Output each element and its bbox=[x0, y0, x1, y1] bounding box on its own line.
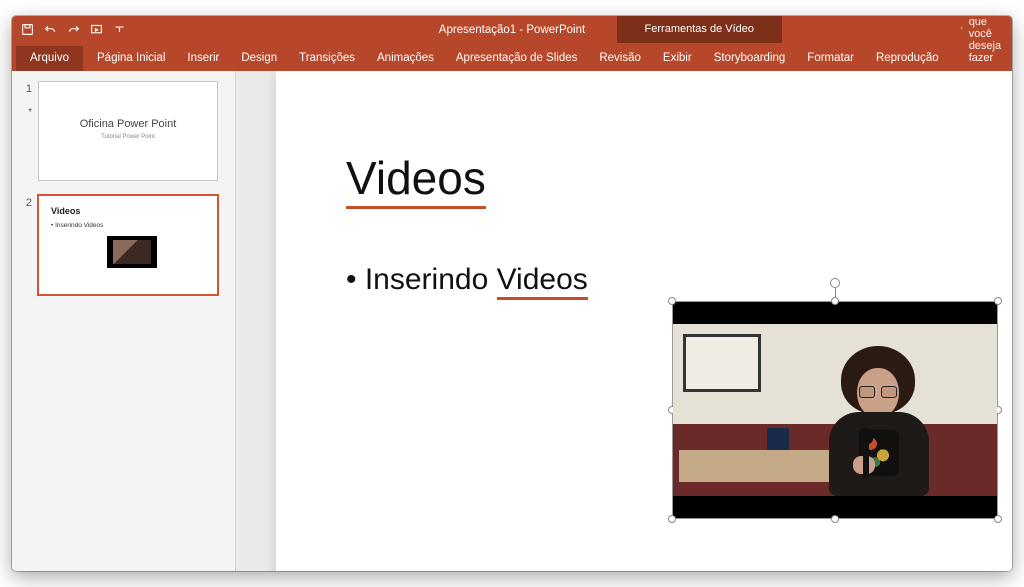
tab-file[interactable]: Arquivo bbox=[16, 46, 83, 71]
thumb1-subtitle: Tutorial Power Point bbox=[39, 134, 217, 140]
video-frame bbox=[673, 324, 997, 496]
tell-me-search[interactable]: Diga-me o que você deseja fazer bbox=[950, 16, 1012, 71]
video-projection-screen bbox=[683, 334, 761, 392]
thumb1-title: Oficina Power Point bbox=[39, 118, 217, 130]
resize-handle[interactable] bbox=[994, 515, 1002, 523]
tab-transitions[interactable]: Transições bbox=[288, 46, 366, 71]
tab-insert[interactable]: Inserir bbox=[176, 46, 230, 71]
bullet-text-part2: Videos bbox=[497, 263, 588, 300]
thumb2-video-preview bbox=[107, 236, 157, 268]
rotate-handle-icon[interactable] bbox=[830, 278, 840, 288]
start-from-beginning-icon[interactable] bbox=[89, 22, 104, 37]
thumbnail-row-1: 1 * Oficina Power Point Tutorial Power P… bbox=[20, 81, 227, 181]
resize-handle[interactable] bbox=[994, 297, 1002, 305]
slide-canvas[interactable]: Videos • Inserindo Videos bbox=[276, 71, 1012, 571]
thumbnail-row-2: 2 Videos • Inserindo Videos bbox=[20, 195, 227, 295]
ribbon: Arquivo Página Inicial Inserir Design Tr… bbox=[12, 43, 1012, 71]
tab-review[interactable]: Revisão bbox=[588, 46, 652, 71]
contextual-tool-label: Ferramentas de Vídeo bbox=[617, 16, 782, 43]
save-icon[interactable] bbox=[20, 22, 35, 37]
redo-icon[interactable] bbox=[66, 22, 81, 37]
video-desk bbox=[679, 450, 839, 482]
resize-handle[interactable] bbox=[831, 297, 839, 305]
undo-icon[interactable] bbox=[43, 22, 58, 37]
slide-bullet[interactable]: • Inserindo Videos bbox=[346, 263, 588, 297]
workspace: 1 * Oficina Power Point Tutorial Power P… bbox=[12, 71, 1012, 571]
video-object[interactable] bbox=[672, 301, 998, 519]
slide-title[interactable]: Videos bbox=[346, 151, 486, 209]
tell-me-label: Diga-me o que você deseja fazer bbox=[969, 16, 1010, 64]
resize-handle[interactable] bbox=[668, 515, 676, 523]
app-window: Apresentação1 - PowerPoint Ferramentas d… bbox=[12, 16, 1012, 571]
tab-home[interactable]: Página Inicial bbox=[86, 46, 176, 71]
quick-access-toolbar bbox=[12, 22, 135, 37]
tab-design[interactable]: Design bbox=[230, 46, 288, 71]
bullet-text-part1: • Inserindo bbox=[346, 263, 497, 296]
tab-playback[interactable]: Reprodução bbox=[865, 46, 950, 71]
tab-storyboarding[interactable]: Storyboarding bbox=[703, 46, 797, 71]
title-bar: Apresentação1 - PowerPoint Ferramentas d… bbox=[12, 16, 1012, 43]
slide-thumbnail-2[interactable]: Videos • Inserindo Videos bbox=[38, 195, 218, 295]
thumb2-bullet: • Inserindo Videos bbox=[51, 222, 103, 229]
tab-view[interactable]: Exibir bbox=[652, 46, 703, 71]
video-person bbox=[819, 346, 939, 496]
resize-handle[interactable] bbox=[668, 297, 676, 305]
lightbulb-icon bbox=[960, 22, 963, 34]
document-title: Apresentação1 - PowerPoint bbox=[439, 24, 585, 36]
thumb-number: 1 bbox=[20, 81, 32, 95]
tab-animations[interactable]: Animações bbox=[366, 46, 445, 71]
qat-more-icon[interactable] bbox=[112, 22, 127, 37]
thumb-number: 2 bbox=[20, 195, 32, 209]
slide-thumbnail-1[interactable]: Oficina Power Point Tutorial Power Point bbox=[38, 81, 218, 181]
slide-editor[interactable]: Videos • Inserindo Videos bbox=[236, 71, 1012, 571]
thumb-animation-star-icon: * bbox=[20, 95, 32, 118]
tab-slideshow[interactable]: Apresentação de Slides bbox=[445, 46, 588, 71]
resize-handle[interactable] bbox=[831, 515, 839, 523]
thumb2-title: Videos bbox=[51, 206, 80, 216]
slide-thumbnail-panel[interactable]: 1 * Oficina Power Point Tutorial Power P… bbox=[12, 71, 236, 571]
tab-format[interactable]: Formatar bbox=[796, 46, 865, 71]
